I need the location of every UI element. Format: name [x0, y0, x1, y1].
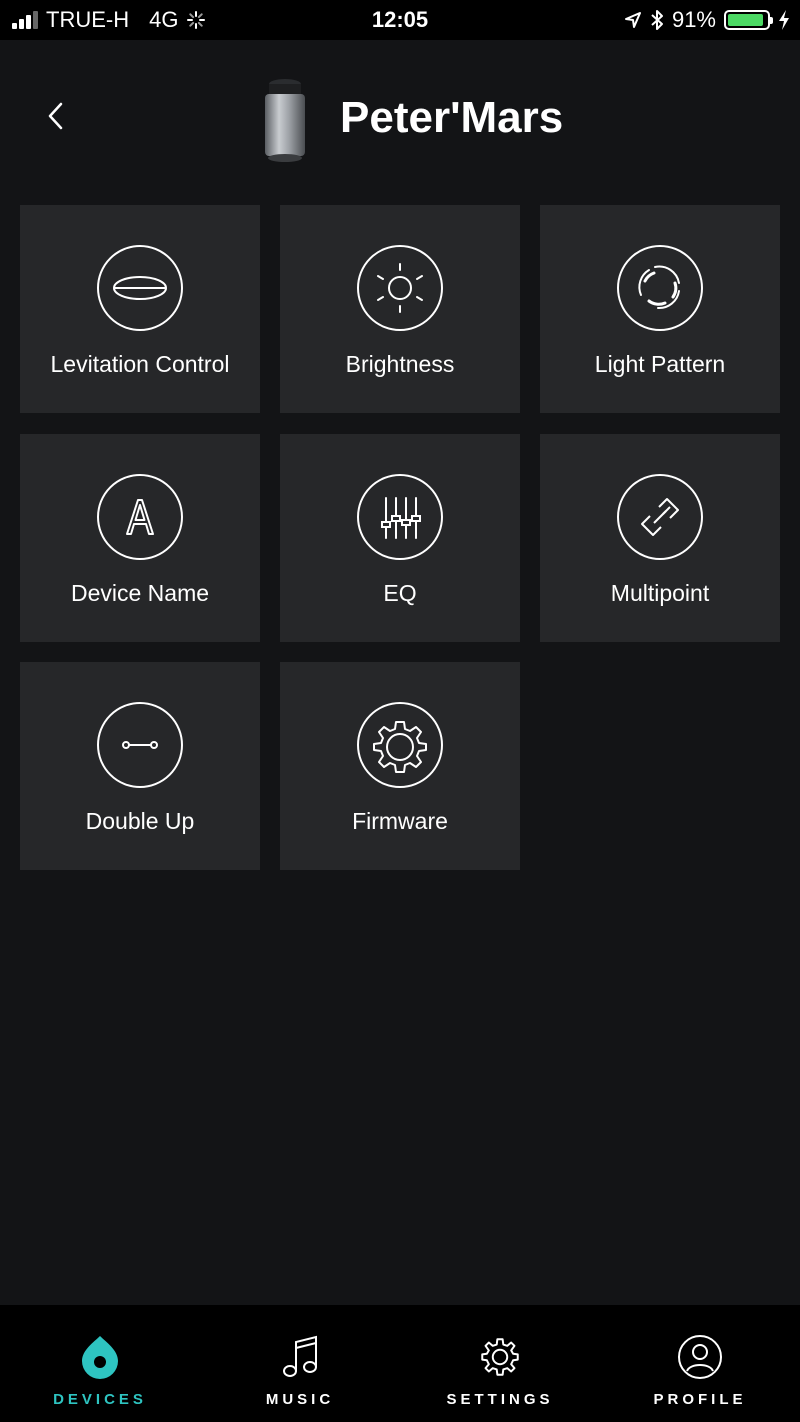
tile-label: Brightness	[345, 351, 455, 377]
sun-icon	[357, 245, 443, 331]
tile-label: Double Up	[85, 808, 195, 834]
levitation-disc-icon	[97, 245, 183, 331]
bluetooth-icon	[651, 10, 663, 30]
light-pattern-icon	[617, 245, 703, 331]
nav-music[interactable]: MUSIC	[200, 1305, 400, 1422]
page-title: Peter'Mars	[340, 93, 564, 142]
location-arrow-icon	[624, 12, 641, 28]
nav-label: PROFILE	[653, 1391, 747, 1408]
equalizer-sliders-icon	[357, 474, 443, 560]
nav-label: MUSIC	[265, 1391, 335, 1408]
tile-device-name[interactable]: Device Name	[20, 434, 260, 642]
status-right: 91%	[624, 6, 790, 34]
speaker-device-image	[265, 79, 305, 162]
tile-levitation-control[interactable]: Levitation Control	[20, 205, 260, 413]
nav-settings[interactable]: SETTINGS	[400, 1305, 600, 1422]
music-note-icon	[276, 1333, 324, 1381]
header: Peter'Mars	[0, 40, 800, 200]
nav-devices[interactable]: DEVICES	[0, 1305, 200, 1422]
link-icon	[617, 474, 703, 560]
battery-percent: 91%	[671, 7, 716, 32]
tile-label: Firmware	[352, 808, 448, 834]
devices-drop-icon	[76, 1333, 124, 1381]
settings-gear-icon	[476, 1333, 524, 1381]
bottom-nav: DEVICES MUSIC SETTINGS PROFILE	[0, 1305, 800, 1422]
tile-label: Multipoint	[610, 580, 710, 606]
tile-multipoint[interactable]: Multipoint	[540, 434, 780, 642]
tile-label: Levitation Control	[50, 351, 230, 377]
tile-label: Light Pattern	[594, 351, 726, 377]
gear-icon	[357, 702, 443, 788]
nav-profile[interactable]: PROFILE	[600, 1305, 800, 1422]
tile-label: Device Name	[70, 580, 210, 606]
double-up-link-icon	[97, 702, 183, 788]
nav-label: SETTINGS	[446, 1391, 554, 1408]
letter-a-icon	[97, 474, 183, 560]
charging-bolt-icon	[779, 10, 789, 30]
tile-firmware[interactable]: Firmware	[280, 662, 520, 870]
tile-eq[interactable]: EQ	[280, 434, 520, 642]
tile-light-pattern[interactable]: Light Pattern	[540, 205, 780, 413]
profile-person-icon	[676, 1333, 724, 1381]
nav-label: DEVICES	[53, 1391, 147, 1408]
back-button[interactable]	[36, 96, 76, 136]
tile-double-up[interactable]: Double Up	[20, 662, 260, 870]
chevron-left-icon	[48, 102, 63, 130]
tile-label: EQ	[383, 580, 417, 606]
status-bar: TRUE-H 4G 12:05 91%	[0, 0, 800, 40]
tile-brightness[interactable]: Brightness	[280, 205, 520, 413]
battery-icon	[724, 10, 773, 30]
